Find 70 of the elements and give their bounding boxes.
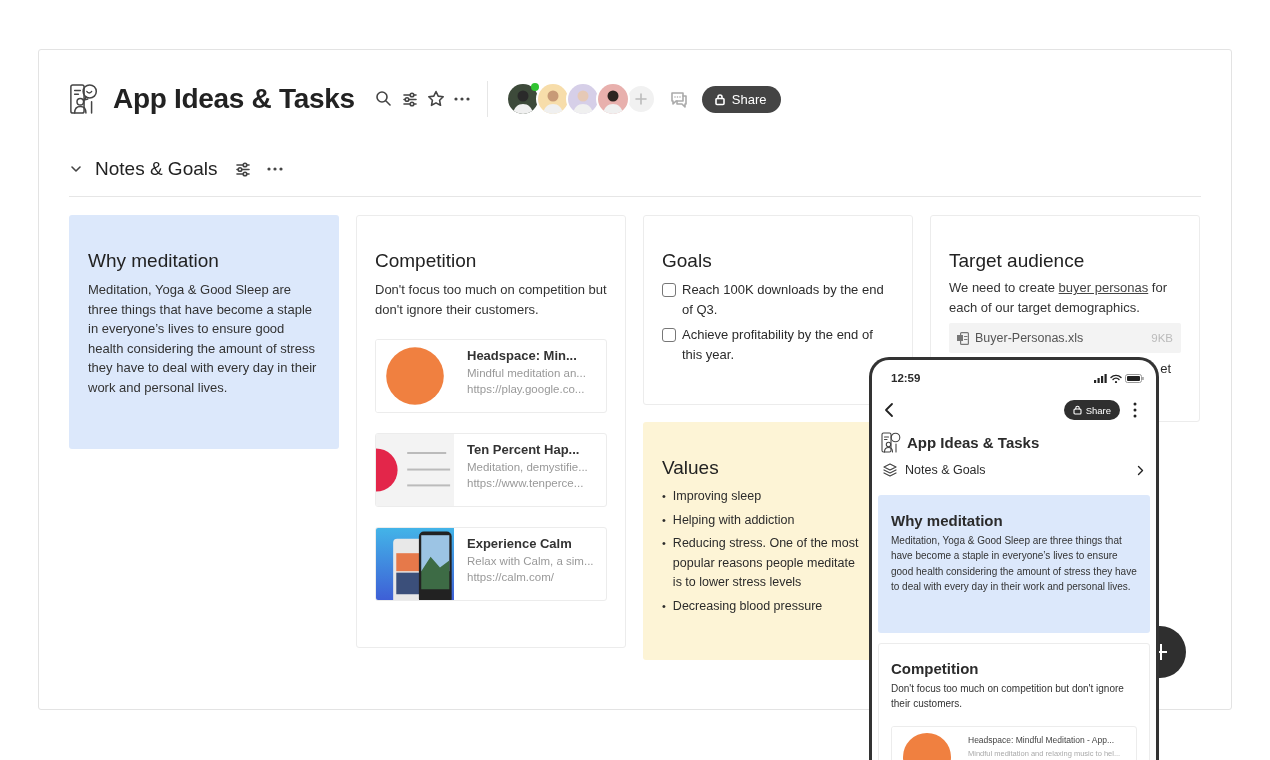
card-text: Don't focus too much on competition but don't ignore their customers. <box>375 281 607 319</box>
link-description: Relax with Calm, a sim... <box>467 555 594 567</box>
checklist-item: Reach 100K downloads by the end of Q3. <box>682 281 885 319</box>
search-icon[interactable] <box>374 90 393 108</box>
layers-icon <box>883 463 897 477</box>
chevron-icon <box>1137 464 1144 476</box>
bullet: • <box>662 536 666 551</box>
card-title: Competition <box>375 250 478 272</box>
back-icon[interactable] <box>884 402 894 418</box>
battery-icon <box>1125 373 1144 383</box>
bullet: • <box>662 512 666 528</box>
star-icon[interactable] <box>426 90 445 108</box>
list-item: Decreasing blood pressure <box>672 597 823 615</box>
checklist-item: Achieve profitability by the end of this year. <box>682 326 874 364</box>
add-button[interactable] <box>1159 626 1186 678</box>
signal-icon <box>1094 373 1107 383</box>
card-title: Goals <box>662 250 713 272</box>
wifi-icon <box>1110 373 1122 383</box>
app-icon <box>881 432 901 453</box>
section-title: Notes & Goals <box>95 158 218 180</box>
bullet: • <box>662 489 666 504</box>
link-url: https://www.tenperce... <box>467 477 585 489</box>
link-description: Mindful meditation an... <box>467 367 586 379</box>
section-row[interactable]: Notes & Goals <box>872 453 1156 477</box>
card-text: We need to create buyer personas for each of our target demographics. <box>949 279 1169 317</box>
link-title: Experience Calm <box>467 536 573 551</box>
chevron-icon[interactable] <box>70 164 82 174</box>
link-description: Meditation, demystifie... <box>467 461 588 473</box>
file-size: 9KB <box>1151 332 1173 344</box>
list-item: Helping with addiction <box>672 511 795 529</box>
link-title: Headspace: Mindful Meditation - App... <box>968 734 1115 745</box>
section-title: Notes & Goals <box>905 463 987 477</box>
link-url: https://play.google.co... <box>467 383 586 395</box>
card-title: Why meditation <box>88 250 220 272</box>
spreadsheet-icon <box>957 331 969 345</box>
list-item: Improving sleep <box>672 488 762 505</box>
card-title: Target audience <box>949 250 1086 272</box>
lock-icon <box>1072 405 1082 415</box>
plus-icon <box>633 92 648 106</box>
status-time: 12:59 <box>891 372 921 384</box>
card-text: Meditation, Yoga & Good Sleep are three things that have become a staple in everyone’s lives to ensure good health considering the amount of stress they have to deal with every day in their work and personal lives. <box>88 281 318 397</box>
link-title: Ten Percent Hap... <box>467 442 581 457</box>
card-title: Why meditation <box>891 512 1004 529</box>
page-title: App Ideas & Tasks <box>113 83 355 115</box>
page-title: App Ideas & Tasks <box>907 434 1040 451</box>
more-icon[interactable] <box>452 96 471 102</box>
sliders-icon[interactable] <box>401 90 418 108</box>
sliders-icon[interactable] <box>234 160 251 178</box>
file-attachment[interactable]: Buyer-Personas.xls 9KB <box>949 323 1181 353</box>
text-link[interactable]: buyer personas <box>1058 280 1149 295</box>
link-url: https://calm.com/ <box>467 571 555 583</box>
card-title: Values <box>662 457 720 479</box>
card-title: Competition <box>891 660 980 677</box>
more-icon[interactable] <box>1133 402 1137 418</box>
lock-icon <box>713 92 726 106</box>
link-title: Headspace: Min... <box>467 348 578 363</box>
card-text: Don't focus too much on competition but don't ignore their customers. <box>891 682 1125 712</box>
share-button[interactable]: Share <box>701 85 781 113</box>
list-item: Reducing stress. One of the most popular reasons people meditate is to lower stress levels <box>672 535 860 591</box>
card-text: Meditation, Yoga & Good Sleep are three things that have become a staple in everyone’s lives to ensure good health considering the amount of stress they have to deal with every day in their work and personal lives. <box>891 534 1137 595</box>
link-preview[interactable]: Ten Percent Hap... Meditation, demystifie... https://www.tenperce... <box>375 433 607 507</box>
share-button[interactable]: Share <box>1063 400 1120 420</box>
bullet: • <box>662 598 666 614</box>
checkbox[interactable] <box>662 283 676 297</box>
link-preview[interactable]: Experience Calm Relax with Calm, a sim... https://calm.com/ <box>375 527 607 601</box>
file-name: Buyer-Personas.xls <box>975 331 1085 345</box>
checkbox[interactable] <box>662 328 676 342</box>
link-preview[interactable]: Headspace: Min... Mindful meditation an... https://play.google.co... <box>375 339 607 413</box>
more-icon[interactable] <box>265 166 284 172</box>
card-text: et <box>1160 361 1171 376</box>
